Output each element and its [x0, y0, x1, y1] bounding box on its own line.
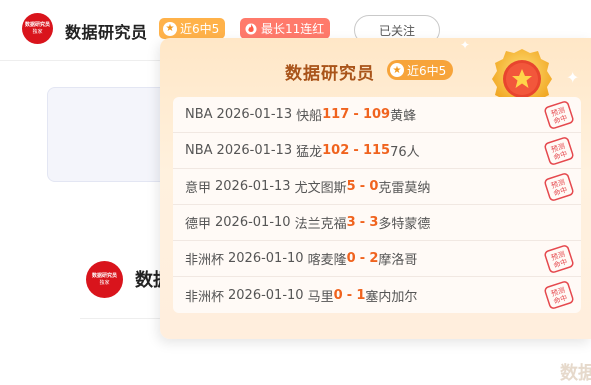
result-row[interactable]: 意甲 2026-01-13 尤文图斯 5 - 0 克雷莫纳 预测 命中: [173, 169, 581, 205]
avatar-logo-subtext: 独家: [32, 29, 43, 35]
match-date: 2026-01-13: [216, 107, 293, 122]
result-row[interactable]: 非洲杯 2026-01-10 马里 0 - 1 塞内加尔 预测 命中: [173, 277, 581, 313]
away-team: 塞内加尔: [365, 289, 418, 305]
away-team: 摩洛哥: [378, 253, 418, 268]
home-team: 猛龙: [296, 145, 323, 160]
recent-results-popup: ✦ ✦ 数据研究员 ★ 近6中5 NBA 2026-01-13 快船 117 - 10…: [160, 38, 591, 384]
match-date: 2026-01-10: [228, 251, 304, 266]
hit-stamp-icon: 预测命中: [544, 173, 574, 201]
result-row[interactable]: 德甲 2026-01-10 法兰克福 3 - 3 多特蒙德: [173, 205, 581, 241]
hit-stamp-icon: 预测命中: [544, 281, 574, 309]
divider: [80, 318, 170, 319]
home-team: 马里: [307, 289, 334, 305]
away-team: 黄蜂: [390, 109, 417, 124]
home-team: 喀麦隆: [307, 253, 347, 268]
away-team: 克雷莫纳: [378, 181, 431, 196]
popup-title: 数据研究员: [285, 64, 375, 84]
home-score: 117: [322, 107, 350, 122]
away-score: 0: [369, 179, 379, 194]
away-score: 109: [362, 107, 391, 122]
expert-name[interactable]: 数据研究员: [65, 19, 148, 43]
avatar-logo-subtext: 独家: [99, 280, 110, 286]
home-team: 快船: [296, 109, 323, 124]
match-date: 2026-01-13: [215, 179, 291, 194]
star-icon: ★: [390, 63, 404, 77]
home-score: 3: [346, 215, 356, 230]
sparkle-icon: ✦: [460, 38, 471, 52]
expert-avatar-secondary[interactable]: 数据研究员 独家: [86, 261, 123, 298]
home-score: 0: [333, 287, 343, 303]
flame-icon: [244, 22, 258, 36]
results-list: NBA 2026-01-13 快船 117 - 109 黄蜂 预测 命中 NBA 2026-01…: [173, 97, 581, 313]
match-date: 2026-01-10: [215, 215, 291, 230]
match-date: 2026-01-13: [216, 143, 293, 158]
result-row[interactable]: NBA 2026-01-13 快船 117 - 109 黄蜂 预测 命中: [173, 97, 581, 133]
popup-record-label: 近6中5: [407, 63, 447, 78]
away-team: 76人: [390, 145, 420, 160]
hit-stamp-icon: 预测命中: [544, 137, 574, 165]
league-label: 意甲: [185, 181, 212, 196]
star-icon: ★: [163, 21, 177, 36]
result-row[interactable]: 非洲杯 2026-01-10 喀麦隆 0 - 2 摩洛哥 预测 命中: [173, 241, 581, 277]
avatar-logo-text: 数据研究员: [91, 273, 117, 279]
home-team: 法兰克福: [294, 217, 347, 232]
league-label: 德甲: [185, 217, 212, 232]
streak-badge[interactable]: 最长11连红: [240, 18, 331, 39]
league-label: 非洲杯: [185, 253, 225, 268]
recent-record-badge[interactable]: ★ 近6中5: [159, 18, 226, 39]
away-score: 1: [356, 287, 366, 303]
away-score: 2: [369, 251, 379, 266]
league-label: NBA: [185, 143, 213, 158]
result-row[interactable]: NBA 2026-01-13 猛龙 102 - 115 76人 预测 命中: [173, 133, 581, 169]
match-date: 2026-01-10: [228, 287, 304, 303]
sparkle-icon: ✦: [566, 68, 580, 87]
home-score: 0: [346, 251, 356, 266]
away-team: 多特蒙德: [378, 217, 431, 232]
streak-label: 最长11连红: [261, 22, 325, 36]
popup-record-badge: ★ 近6中5: [387, 60, 454, 80]
home-score: 102: [322, 143, 350, 158]
away-score: 3: [369, 215, 379, 230]
home-team: 尤文图斯: [294, 181, 347, 196]
league-label: NBA: [185, 107, 213, 122]
popup-ghost-text: 数据研究员 近6中5: [560, 363, 591, 384]
away-score: 115: [362, 143, 391, 158]
hit-stamp-icon: 预测命中: [544, 101, 574, 129]
league-label: 非洲杯: [185, 289, 225, 305]
hit-stamp-icon: 预测命中: [544, 245, 574, 273]
home-score: 5: [346, 179, 356, 194]
recent-record-label: 近6中5: [180, 22, 220, 36]
avatar-logo-text: 数据研究员: [24, 22, 50, 28]
expert-avatar[interactable]: 数据研究员 独家: [22, 13, 53, 44]
